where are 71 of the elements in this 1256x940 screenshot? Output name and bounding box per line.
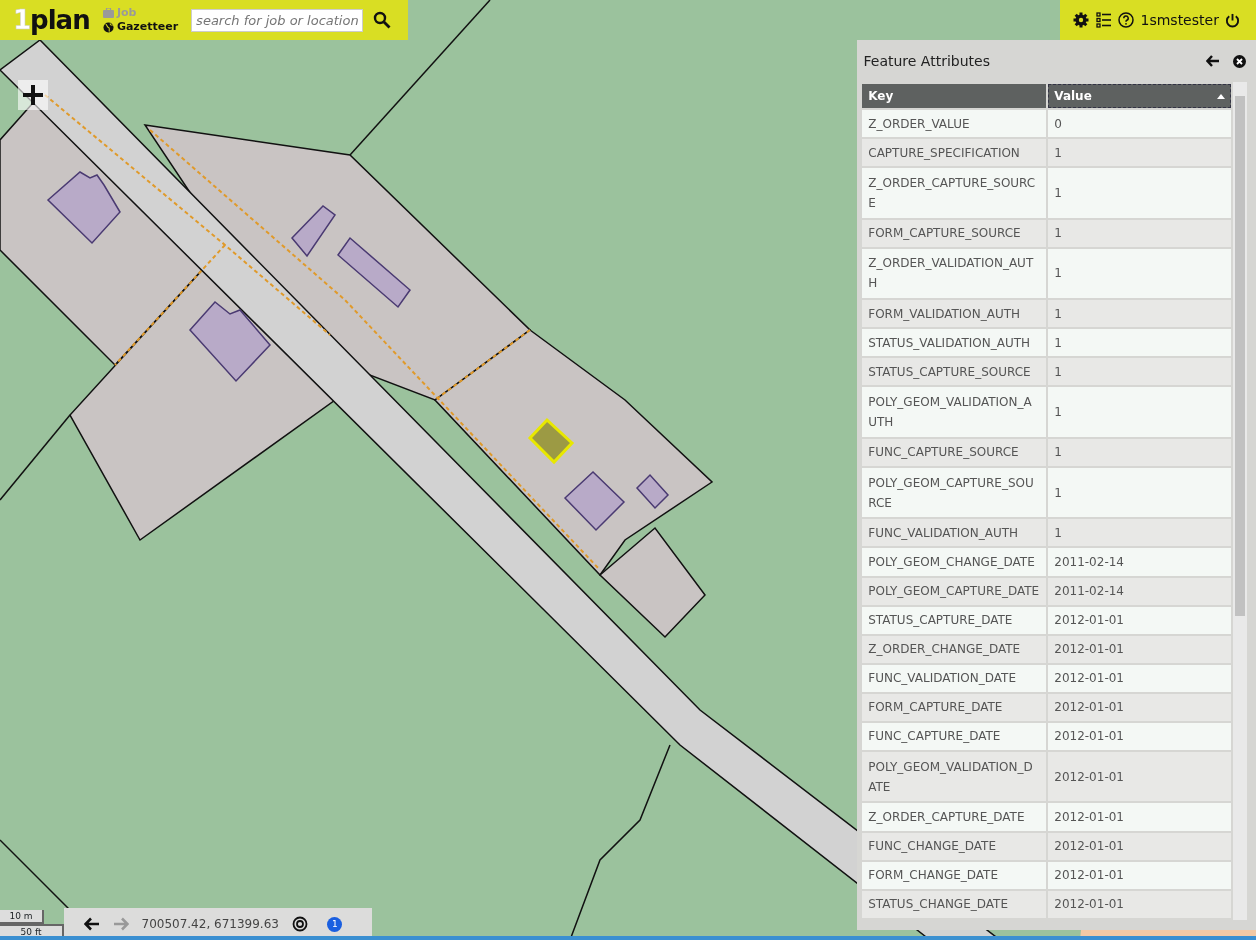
value-cell: 2012-01-01: [1047, 663, 1233, 693]
value-cell: 1: [1047, 167, 1233, 219]
panel-title: Feature Attributes: [863, 51, 991, 71]
value-cell: 2012-01-01: [1047, 634, 1233, 664]
value-cell: 1: [1047, 138, 1233, 168]
value-cell: 1: [1047, 518, 1233, 548]
key-cell: FORM_VALIDATION_AUTH: [861, 299, 1048, 329]
value-cell: 2012-01-01: [1047, 721, 1233, 751]
menu-item[interactable]: Gazetteer: [116, 20, 179, 34]
value-cell: 1: [1047, 466, 1233, 519]
back-arrow-icon[interactable]: [83, 917, 100, 931]
value-cell: 2012-01-01: [1047, 751, 1233, 803]
value-cell: 2012-01-01: [1047, 831, 1233, 861]
notification-badge[interactable]: 1: [327, 916, 343, 932]
help-icon[interactable]: [1118, 12, 1134, 28]
settings-icon[interactable]: [1073, 12, 1089, 28]
value-cell: 1: [1047, 218, 1233, 248]
key-cell: POLY_GEOM_CAPTURE_SOURCE: [861, 466, 1048, 519]
search-field[interactable]: search for job or location: [191, 8, 364, 32]
key-cell: FORM_CAPTURE_DATE: [861, 692, 1048, 722]
key-cell: FORM_CAPTURE_SOURCE: [861, 218, 1048, 248]
scale-metric: 10 m: [0, 910, 44, 924]
app-logo: 1plan: [13, 5, 90, 35]
key-cell: FUNC_VALIDATION_DATE: [861, 663, 1048, 693]
scrollbar[interactable]: [1233, 82, 1248, 920]
value-cell: 2012-01-01: [1047, 860, 1233, 890]
key-cell: FORM_CHANGE_DATE: [861, 860, 1048, 890]
search-icon[interactable]: [372, 11, 391, 29]
key-cell: Z_ORDER_CHANGE_DATE: [861, 634, 1048, 664]
value-cell: 2012-01-01: [1047, 889, 1233, 919]
value-cell: 0: [1047, 109, 1233, 139]
layer-list-icon[interactable]: [1095, 12, 1112, 28]
value-cell: 2012-01-01: [1047, 802, 1233, 832]
power-icon[interactable]: [1225, 12, 1241, 28]
sort-ascending-icon: [1217, 93, 1226, 99]
key-cell: FUNC_VALIDATION_AUTH: [861, 518, 1048, 548]
value-cell: 2011-02-14: [1047, 576, 1233, 606]
back-arrow-icon[interactable]: [1206, 55, 1221, 67]
value-cell: 1: [1047, 328, 1233, 358]
value-cell: 2012-01-01: [1047, 605, 1233, 635]
key-cell: CAPTURE_SPECIFICATION: [861, 138, 1048, 168]
key-cell: STATUS_VALIDATION_AUTH: [861, 328, 1048, 358]
value-cell: 1: [1047, 357, 1233, 387]
key-cell: FUNC_CAPTURE_DATE: [861, 721, 1048, 751]
key-cell: POLY_GEOM_VALIDATION_DATE: [861, 751, 1048, 803]
value-cell: 1: [1047, 299, 1233, 329]
key-cell: STATUS_CAPTURE_DATE: [861, 605, 1048, 635]
key-cell: STATUS_CHANGE_DATE: [861, 889, 1048, 919]
column-header[interactable]: Key: [861, 83, 1048, 109]
value-cell: 1: [1047, 247, 1233, 300]
value-cell: 2012-01-01: [1047, 692, 1233, 722]
key-cell: Z_ORDER_VALIDATION_AUTH: [861, 247, 1048, 300]
key-cell: FUNC_CHANGE_DATE: [861, 831, 1048, 861]
key-cell: Z_ORDER_CAPTURE_DATE: [861, 802, 1048, 832]
key-cell: STATUS_CAPTURE_SOURCE: [861, 357, 1048, 387]
key-cell: POLY_GEOM_VALIDATION_AUTH: [861, 386, 1048, 438]
key-cell: POLY_GEOM_CAPTURE_DATE: [861, 576, 1048, 606]
key-cell: Z_ORDER_CAPTURE_SOURCE: [861, 167, 1048, 219]
key-cell: Z_ORDER_VALUE: [861, 109, 1048, 139]
zoom-in-icon[interactable]: [18, 80, 48, 110]
value-cell: 1: [1047, 386, 1233, 438]
coordinates: 700507.42, 671399.63: [141, 916, 279, 933]
key-cell: FUNC_CAPTURE_SOURCE: [861, 437, 1048, 467]
column-header[interactable]: Value: [1047, 83, 1233, 109]
value-cell: 1: [1047, 437, 1233, 467]
key-cell: POLY_GEOM_CHANGE_DATE: [861, 547, 1048, 577]
value-cell: 2011-02-14: [1047, 547, 1233, 577]
briefcase-icon: [102, 8, 114, 18]
locate-icon[interactable]: [291, 916, 308, 932]
globe-icon: [102, 21, 114, 33]
close-icon[interactable]: [1233, 54, 1247, 68]
